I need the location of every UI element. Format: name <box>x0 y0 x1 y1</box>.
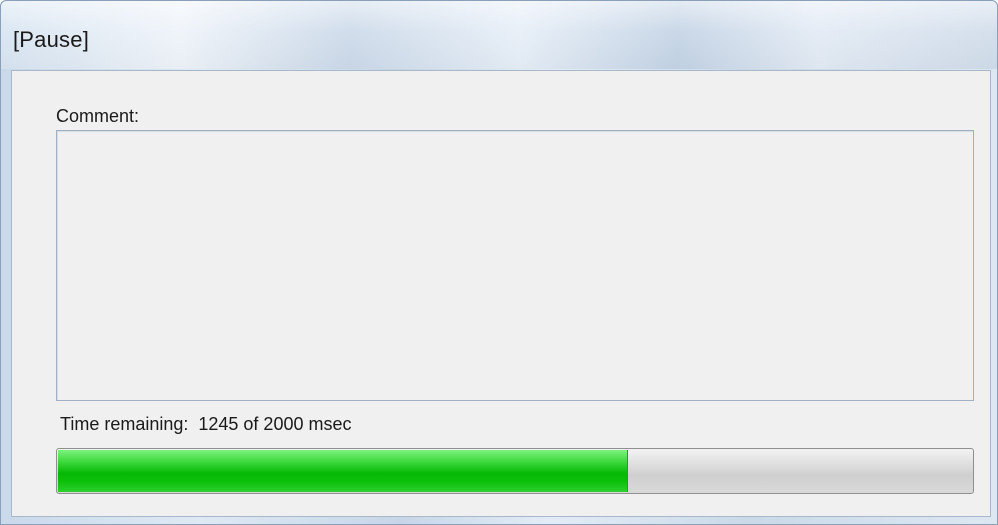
comment-textbox[interactable] <box>56 130 974 401</box>
dialog-client-area: Comment: Time remaining: 1245 of 2000 ms… <box>11 70 991 517</box>
time-remaining-label: Time remaining: 1245 of 2000 msec <box>60 414 352 434</box>
pause-dialog-window: [Pause] Comment: Time remaining: 1245 of… <box>0 0 998 525</box>
time-remaining-progress-bar <box>56 448 974 494</box>
progress-bar-fill <box>58 450 628 492</box>
title-bar[interactable]: [Pause] <box>1 1 997 69</box>
window-title: [Pause] <box>13 27 90 52</box>
comment-label: Comment: <box>56 106 140 126</box>
